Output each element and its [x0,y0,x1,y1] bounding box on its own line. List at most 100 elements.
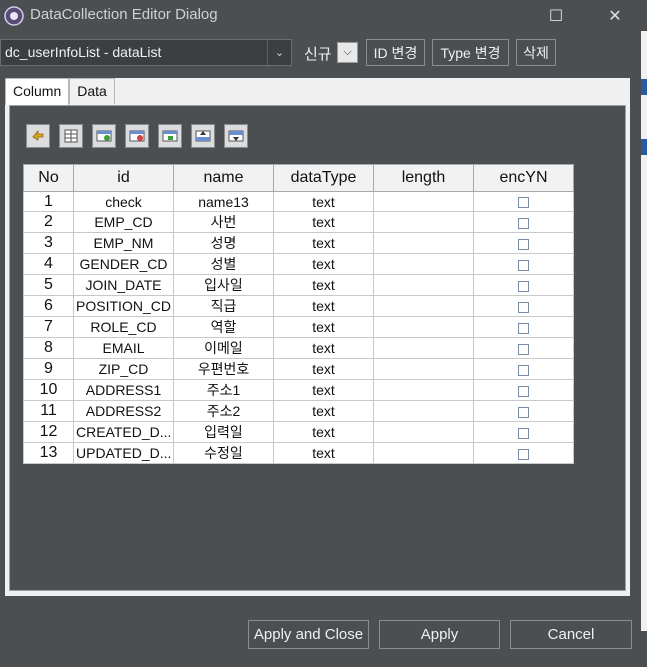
encyn-checkbox[interactable] [518,448,529,460]
table-row[interactable]: 4 GENDER_CD 성별 text [23,253,574,275]
cell-id[interactable]: EMAIL [73,337,174,359]
cell-id[interactable]: ZIP_CD [73,358,174,380]
chevron-down-icon[interactable]: ⌄ [267,40,291,65]
cell-id[interactable]: EMP_CD [73,211,174,233]
encyn-checkbox[interactable] [518,406,529,418]
cell-name[interactable]: 입력일 [173,421,274,443]
cell-datatype[interactable]: text [273,337,374,359]
cell-length[interactable] [373,316,474,338]
apply-button[interactable]: Apply [379,620,500,649]
cell-length[interactable] [373,400,474,422]
encyn-checkbox[interactable] [518,217,529,229]
cell-id[interactable]: check [73,191,174,212]
cell-name[interactable]: 이메일 [173,337,274,359]
cell-datatype[interactable]: text [273,253,374,275]
cell-id[interactable]: ROLE_CD [73,316,174,338]
delete-button[interactable]: 삭제 [516,39,556,66]
cell-name[interactable]: name13 [173,191,274,212]
table-row[interactable]: 5 JOIN_DATE 입사일 text [23,274,574,296]
cell-length[interactable] [373,337,474,359]
cell-id[interactable]: ADDRESS2 [73,400,174,422]
header-name[interactable]: name [173,164,274,192]
cell-length[interactable] [373,232,474,254]
encyn-checkbox[interactable] [518,343,529,355]
cell-length[interactable] [373,379,474,401]
cell-id[interactable]: POSITION_CD [73,295,174,317]
cell-name[interactable]: 성명 [173,232,274,254]
dataset-select[interactable]: dc_userInfoList - dataList ⌄ [0,39,292,66]
cell-datatype[interactable]: text [273,316,374,338]
cell-name[interactable]: 입사일 [173,274,274,296]
table-row[interactable]: 3 EMP_NM 성명 text [23,232,574,254]
encyn-checkbox[interactable] [518,427,529,439]
new-type-dropdown[interactable]: ⌵ [337,42,358,63]
table-row[interactable]: 6 POSITION_CD 직급 text [23,295,574,317]
apply-and-close-button[interactable]: Apply and Close [248,620,369,649]
insert-column-button[interactable] [158,124,182,148]
cell-name[interactable]: 우편번호 [173,358,274,380]
cell-datatype[interactable]: text [273,191,374,212]
header-datatype[interactable]: dataType [273,164,374,192]
table-row[interactable]: 11 ADDRESS2 주소2 text [23,400,574,422]
table-row[interactable]: 7 ROLE_CD 역할 text [23,316,574,338]
column-list-button[interactable] [59,124,83,148]
cell-id[interactable]: UPDATED_D... [73,442,174,464]
cell-name[interactable]: 성별 [173,253,274,275]
cell-length[interactable] [373,211,474,233]
table-row[interactable]: 10 ADDRESS1 주소1 text [23,379,574,401]
cell-length[interactable] [373,421,474,443]
encyn-checkbox[interactable] [518,238,529,250]
cell-length[interactable] [373,191,474,212]
cell-datatype[interactable]: text [273,211,374,233]
cell-datatype[interactable]: text [273,421,374,443]
table-row[interactable]: 1 check name13 text [23,191,574,212]
tab-data[interactable]: Data [69,78,115,104]
cell-length[interactable] [373,442,474,464]
maximize-button[interactable]: ☐ [533,0,579,31]
cancel-button[interactable]: Cancel [510,620,632,649]
cell-datatype[interactable]: text [273,358,374,380]
cell-name[interactable]: 직급 [173,295,274,317]
header-id[interactable]: id [73,164,174,192]
tab-column[interactable]: Column [5,78,70,105]
move-up-button[interactable] [191,124,215,148]
add-column-button[interactable] [92,124,116,148]
cell-length[interactable] [373,358,474,380]
cell-datatype[interactable]: text [273,379,374,401]
cell-datatype[interactable]: text [273,232,374,254]
header-length[interactable]: length [373,164,474,192]
header-no[interactable]: No [23,164,74,192]
encyn-checkbox[interactable] [518,322,529,334]
encyn-checkbox[interactable] [518,385,529,397]
close-button[interactable]: ✕ [592,0,638,31]
table-row[interactable]: 12 CREATED_D... 입력일 text [23,421,574,443]
id-change-button[interactable]: ID 변경 [366,39,425,66]
table-row[interactable]: 9 ZIP_CD 우편번호 text [23,358,574,380]
cell-name[interactable]: 주소1 [173,379,274,401]
encyn-checkbox[interactable] [518,259,529,271]
move-down-button[interactable] [224,124,248,148]
cell-id[interactable]: JOIN_DATE [73,274,174,296]
cell-datatype[interactable]: text [273,442,374,464]
cell-length[interactable] [373,295,474,317]
cell-id[interactable]: CREATED_D... [73,421,174,443]
remove-column-button[interactable] [125,124,149,148]
refresh-button[interactable] [26,124,50,148]
cell-name[interactable]: 수정일 [173,442,274,464]
table-row[interactable]: 13 UPDATED_D... 수정일 text [23,442,574,464]
encyn-checkbox[interactable] [518,280,529,292]
cell-datatype[interactable]: text [273,295,374,317]
cell-name[interactable]: 역할 [173,316,274,338]
table-row[interactable]: 8 EMAIL 이메일 text [23,337,574,359]
header-encyn[interactable]: encYN [473,164,574,192]
cell-datatype[interactable]: text [273,274,374,296]
cell-datatype[interactable]: text [273,400,374,422]
cell-id[interactable]: GENDER_CD [73,253,174,275]
cell-id[interactable]: EMP_NM [73,232,174,254]
encyn-checkbox[interactable] [518,301,529,313]
table-row[interactable]: 2 EMP_CD 사번 text [23,211,574,233]
cell-name[interactable]: 사번 [173,211,274,233]
encyn-checkbox[interactable] [518,364,529,376]
encyn-checkbox[interactable] [518,197,529,209]
cell-length[interactable] [373,274,474,296]
